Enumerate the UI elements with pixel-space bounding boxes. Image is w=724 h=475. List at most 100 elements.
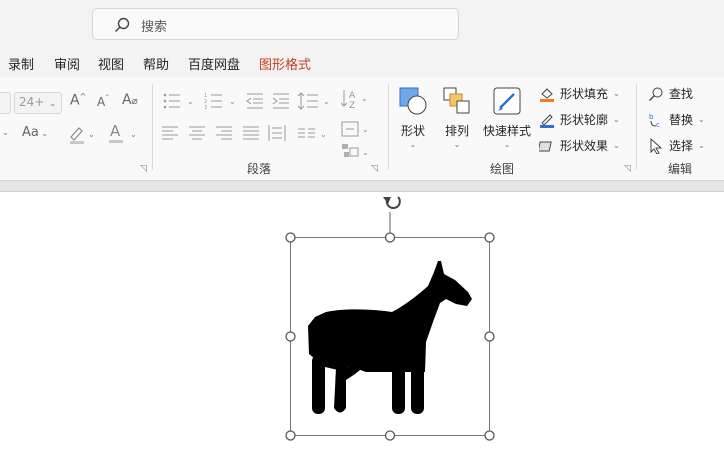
separator <box>388 84 389 170</box>
grow-font-icon[interactable]: A^ <box>70 92 86 109</box>
svg-text:⌄: ⌄ <box>323 97 330 106</box>
tab-shape-format[interactable]: 图形格式 <box>259 54 311 73</box>
slide-canvas[interactable] <box>0 192 724 475</box>
quick-styles-icon <box>493 87 521 115</box>
title-bar: 搜索 <box>0 0 724 46</box>
svg-text:A: A <box>110 122 121 140</box>
ruler <box>0 180 724 192</box>
separator <box>152 84 153 170</box>
replace-icon: bc <box>649 113 660 128</box>
columns-icon[interactable]: ⌄ <box>298 126 328 143</box>
highlight-icon[interactable]: ⌄ <box>68 124 96 147</box>
distributed-icon[interactable] <box>268 125 286 144</box>
shapes-icon <box>399 87 427 115</box>
ribbon: 24+ ⌄ A^ Aˇ A⌀ ⌄ Aa ⌄ ⌄ A ⌄ ◹ ⌄ 1 2 3 ⌄ ⌄ A Z ⌄ <box>0 78 724 180</box>
selection-layer <box>285 196 495 441</box>
search-icon <box>113 16 131 37</box>
horse-icon[interactable] <box>308 261 472 414</box>
drawing-group-label: 绘图 <box>490 162 515 176</box>
smartart-icon[interactable]: ⌄ <box>341 142 371 163</box>
pen-icon <box>540 113 554 128</box>
drawing-launcher-icon[interactable]: ◹ <box>624 164 631 174</box>
paragraph-launcher-icon[interactable]: ◹ <box>371 164 378 174</box>
editing-group-label: 编辑 <box>668 162 693 176</box>
font-size-field[interactable]: 24+ ⌄ <box>14 92 62 114</box>
svg-text:3: 3 <box>204 105 207 110</box>
decrease-indent-icon[interactable] <box>246 92 264 113</box>
search-placeholder: 搜索 <box>141 20 168 35</box>
find-label: 查找 <box>669 87 694 101</box>
tab-help[interactable]: 帮助 <box>143 54 169 73</box>
svg-text:⌄: ⌄ <box>130 130 137 139</box>
quick-styles-button[interactable]: 快速样式 ⌄ <box>481 86 533 149</box>
arrange-icon <box>443 87 470 114</box>
text-direction-icon[interactable]: A Z ⌄ <box>340 88 371 113</box>
shape-outline-button[interactable]: 形状轮廓 ⌄ <box>539 111 620 128</box>
search-box[interactable]: 搜索 <box>92 8 459 40</box>
line-spacing-icon[interactable]: ⌄ <box>297 91 332 114</box>
arrange-button[interactable]: 排列 ⌄ <box>440 86 474 149</box>
tab-baidu-netdisk[interactable]: 百度网盘 <box>188 54 240 73</box>
resize-handle-left[interactable] <box>285 331 296 342</box>
separator <box>636 84 637 170</box>
effects-icon <box>539 141 552 151</box>
font-size-value: 24+ <box>19 95 45 109</box>
replace-label: 替换 <box>669 113 694 127</box>
font-color-icon[interactable]: A ⌄ <box>108 122 140 147</box>
rotate-handle-icon[interactable] <box>383 196 401 209</box>
resize-handle-bottom-left[interactable] <box>285 430 296 441</box>
replace-button[interactable]: bc 替换 ⌄ <box>648 111 705 128</box>
resize-handle-top-left[interactable] <box>285 232 296 243</box>
align-left-icon[interactable] <box>162 126 178 143</box>
select-label: 选择 <box>669 139 694 153</box>
paint-bucket-icon <box>540 87 554 102</box>
shapes-button[interactable]: 形状 ⌄ <box>396 86 430 149</box>
justify-icon[interactable] <box>243 126 259 143</box>
resize-handle-bottom-right[interactable] <box>484 430 495 441</box>
align-right-icon[interactable] <box>216 126 232 143</box>
shapes-label: 形状 <box>400 124 425 138</box>
align-center-icon[interactable] <box>189 126 205 143</box>
ribbon-tabs: 录制 审阅 视图 帮助 百度网盘 图形格式 <box>0 46 724 78</box>
svg-text:⌄: ⌄ <box>187 97 194 106</box>
shrink-font-icon[interactable]: Aˇ <box>97 94 109 109</box>
svg-text:b: b <box>649 113 654 121</box>
resize-handle-right[interactable] <box>484 331 495 342</box>
shape-fill-button[interactable]: 形状填充 ⌄ <box>539 85 620 102</box>
svg-text:⌄: ⌄ <box>320 130 327 139</box>
change-case-icon[interactable]: Aa ⌄ <box>22 125 48 140</box>
svg-text:⌄: ⌄ <box>88 130 95 139</box>
tab-review[interactable]: 审阅 <box>54 54 80 73</box>
shape-effects-label: 形状效果 <box>560 139 609 153</box>
svg-text:⌄: ⌄ <box>361 94 368 103</box>
arrange-label: 排列 <box>444 124 469 138</box>
svg-text:⌄: ⌄ <box>362 125 369 134</box>
font-launcher-icon[interactable]: ◹ <box>140 164 147 174</box>
quick-styles-label: 快速样式 <box>482 124 531 138</box>
find-button[interactable]: 查找 <box>648 85 693 102</box>
svg-text:A: A <box>349 91 356 101</box>
resize-handle-top[interactable] <box>384 232 396 243</box>
font-name-field[interactable] <box>0 92 11 114</box>
font-more-chevron-icon[interactable]: ⌄ <box>2 128 9 137</box>
bullets-icon[interactable]: ⌄ <box>162 92 196 113</box>
resize-handle-bottom[interactable] <box>384 430 396 441</box>
tab-record[interactable]: 录制 <box>8 54 34 73</box>
shape-fill-label: 形状填充 <box>560 87 609 101</box>
pointer-icon <box>650 137 663 154</box>
svg-text:⌄: ⌄ <box>229 97 236 106</box>
svg-text:Z: Z <box>349 101 355 110</box>
svg-text:⌄: ⌄ <box>362 148 369 157</box>
find-icon <box>649 87 663 101</box>
select-button[interactable]: 选择 ⌄ <box>648 137 705 154</box>
svg-text:c: c <box>656 121 660 128</box>
paragraph-group-label: 段落 <box>247 162 272 176</box>
tab-view[interactable]: 视图 <box>98 54 124 73</box>
shape-effects-button[interactable]: 形状效果 ⌄ <box>539 137 620 154</box>
clear-format-icon[interactable]: A⌀ <box>122 92 138 108</box>
increase-indent-icon[interactable] <box>272 92 290 113</box>
align-text-icon[interactable]: ⌄ <box>341 119 371 142</box>
shape-outline-label: 形状轮廓 <box>560 113 609 127</box>
resize-handle-top-right[interactable] <box>484 232 495 243</box>
numbering-icon[interactable]: 1 2 3 ⌄ <box>204 92 238 113</box>
